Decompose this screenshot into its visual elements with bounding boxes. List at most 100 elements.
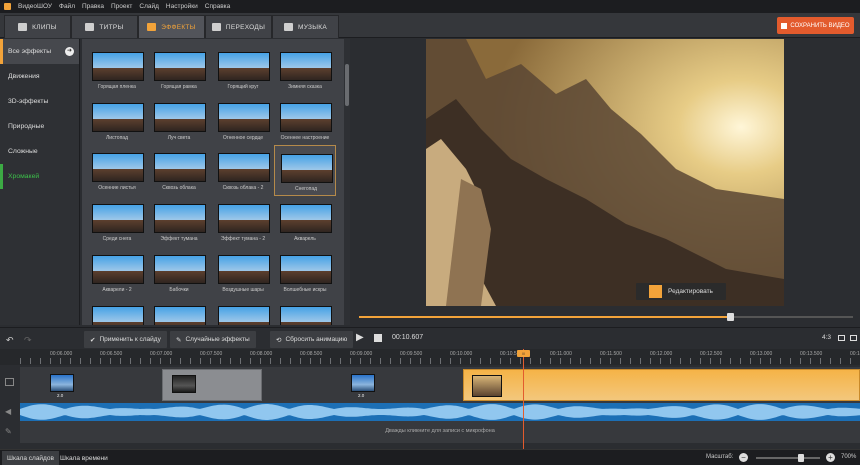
- effect-thumbnail[interactable]: Горящий круг: [212, 44, 274, 95]
- effect-thumbnail[interactable]: Эффект тумана - 2: [212, 196, 274, 247]
- category-label: Все эффекты: [8, 48, 52, 55]
- seekbar-fill: [359, 316, 730, 318]
- effect-preview-image: [280, 255, 332, 284]
- effect-thumbnail[interactable]: Эффект тумана: [148, 196, 210, 247]
- redo-icon[interactable]: ↷: [24, 335, 32, 346]
- ruler-time-label: 00:13.000: [750, 351, 773, 357]
- effect-thumbnail[interactable]: Акварель: [274, 196, 336, 247]
- zoom-slider-knob[interactable]: [798, 454, 804, 462]
- apply-to-slide-button[interactable]: ✔ Применить к слайду: [84, 331, 167, 348]
- category-label: Хромакей: [8, 173, 40, 180]
- menu-file[interactable]: Файл: [59, 3, 75, 10]
- effect-thumbnail[interactable]: Осенние листья: [86, 145, 148, 196]
- random-effects-button[interactable]: ✎ Случайные эффекты: [170, 331, 256, 348]
- ruler-time-label: 00:11.500: [600, 351, 622, 357]
- play-icon[interactable]: ▶: [356, 332, 364, 343]
- zoom-in-icon[interactable]: +: [826, 453, 835, 462]
- effect-thumbnail[interactable]: Зимняя сказка: [274, 44, 336, 95]
- fullscreen-icon[interactable]: [850, 335, 857, 341]
- transition-clip[interactable]: 2.0: [340, 369, 380, 401]
- tab-slide-strip[interactable]: Шкала слайдов: [2, 451, 59, 465]
- effect-thumbnail[interactable]: Сквозь облака - 2: [212, 145, 274, 196]
- effect-thumbnail[interactable]: Акварели - 2: [86, 247, 148, 298]
- effect-thumbnail[interactable]: Воздушные шары: [212, 247, 274, 298]
- transition-duration: 2.0: [358, 393, 365, 398]
- effect-preview-image: [218, 306, 270, 325]
- edit-button[interactable]: Редактировать: [636, 283, 726, 300]
- zoom-slider[interactable]: [756, 457, 820, 459]
- effect-thumbnail[interactable]: Сквозь облака: [148, 145, 210, 196]
- category-motion[interactable]: Движения: [0, 64, 79, 89]
- effect-thumbnail[interactable]: Огненное сердце: [212, 95, 274, 146]
- effect-thumbnail[interactable]: Бабочки: [148, 247, 210, 298]
- menu-settings[interactable]: Настройки: [166, 3, 198, 10]
- timeline-clip[interactable]: [162, 369, 262, 401]
- app-name: ВидеоШОУ: [18, 3, 52, 10]
- timeline-ruler[interactable]: 00:06.000 00:06.500 00:07.000 00:07.500 00:0…: [0, 349, 860, 365]
- track-icons-column: ◀ ✎: [0, 365, 20, 445]
- tab-titles[interactable]: ТИТРЫ: [71, 15, 138, 38]
- transition-duration: 2.0: [57, 393, 64, 398]
- check-icon: ✔: [90, 336, 96, 344]
- tab-clips[interactable]: КЛИПЫ: [4, 15, 71, 38]
- tab-label: Шкала времени: [60, 455, 108, 462]
- category-complex[interactable]: Сложные: [0, 139, 79, 164]
- playhead-line: [523, 349, 524, 449]
- menu-slide[interactable]: Слайд: [139, 3, 159, 10]
- tab-timeline[interactable]: Шкала времени: [55, 451, 113, 465]
- effect-thumbnail[interactable]: [86, 298, 148, 325]
- undo-icon[interactable]: ↶: [6, 335, 14, 346]
- effect-preview-image: [92, 255, 144, 284]
- effect-preview-image: [280, 103, 332, 132]
- tab-music[interactable]: МУЗЫКА: [272, 15, 339, 38]
- tab-effects[interactable]: ЭФФЕКТЫ: [138, 15, 205, 38]
- preview-seekbar[interactable]: [359, 313, 853, 321]
- scrollbar-handle[interactable]: [345, 64, 349, 106]
- save-video-button[interactable]: СОХРАНИТЬ ВИДЕО: [777, 17, 854, 34]
- video-track-icon: [5, 378, 14, 386]
- effect-preview-image: [218, 52, 270, 81]
- screenshot-icon[interactable]: [838, 335, 845, 341]
- category-nature[interactable]: Природные: [0, 114, 79, 139]
- effect-thumbnail[interactable]: [148, 298, 210, 325]
- audio-track[interactable]: [20, 403, 860, 421]
- playhead-handle[interactable]: II: [517, 350, 530, 357]
- effect-preview-image: [280, 306, 332, 325]
- seekbar-knob[interactable]: [726, 313, 734, 321]
- effect-thumbnail[interactable]: [212, 298, 274, 325]
- zoom-out-icon[interactable]: −: [739, 453, 748, 462]
- microphone-track[interactable]: Дважды кликните для записи с микрофона: [20, 421, 860, 443]
- effect-preview-image: [92, 153, 144, 182]
- category-3d[interactable]: 3D-эффекты: [0, 89, 79, 114]
- control-bar: ↶ ↷ ✔ Применить к слайду ✎ Случайные эффек…: [0, 327, 860, 349]
- effect-thumbnail[interactable]: Горящая рамка: [148, 44, 210, 95]
- gallery-scrollbar[interactable]: [344, 39, 350, 325]
- stop-icon[interactable]: [374, 334, 382, 342]
- transition-clip[interactable]: 2.0: [20, 369, 80, 401]
- tab-label: ПЕРЕХОДЫ: [225, 23, 266, 31]
- preview-panel: Редактировать: [351, 39, 860, 325]
- effect-caption: Акварель: [294, 236, 316, 242]
- category-label: Природные: [8, 123, 45, 130]
- effect-caption: Эффект тумана: [160, 236, 198, 242]
- menu-edit[interactable]: Правка: [82, 3, 104, 10]
- effect-preview-image: [154, 255, 206, 284]
- effect-thumbnail[interactable]: Листопад: [86, 95, 148, 146]
- effect-thumbnail[interactable]: Волшебные искры: [274, 247, 336, 298]
- menu-project[interactable]: Проект: [111, 3, 132, 10]
- category-chromakey[interactable]: Хромакей: [0, 164, 79, 189]
- reset-animation-button[interactable]: ⟲ Сбросить анимацию: [270, 331, 354, 348]
- effect-preview-image: [218, 153, 270, 182]
- aspect-ratio[interactable]: 4:3: [822, 334, 831, 341]
- effect-thumbnail[interactable]: Луч света: [148, 95, 210, 146]
- effect-caption: Снегопад: [294, 186, 318, 192]
- tab-transitions[interactable]: ПЕРЕХОДЫ: [205, 15, 272, 38]
- menu-help[interactable]: Справка: [205, 3, 231, 10]
- effect-thumbnail[interactable]: Горящая пленка: [86, 44, 148, 95]
- effect-thumbnail[interactable]: Осеннее настроение: [274, 95, 336, 146]
- effect-thumbnail[interactable]: Среди снега: [86, 196, 148, 247]
- effect-thumbnail[interactable]: Снегопад: [274, 145, 336, 196]
- bottom-bar: Шкала слайдов Шкала времени Масштаб: − +…: [0, 449, 860, 465]
- effect-thumbnail[interactable]: [274, 298, 336, 325]
- category-all[interactable]: Все эффекты ➜: [0, 39, 79, 64]
